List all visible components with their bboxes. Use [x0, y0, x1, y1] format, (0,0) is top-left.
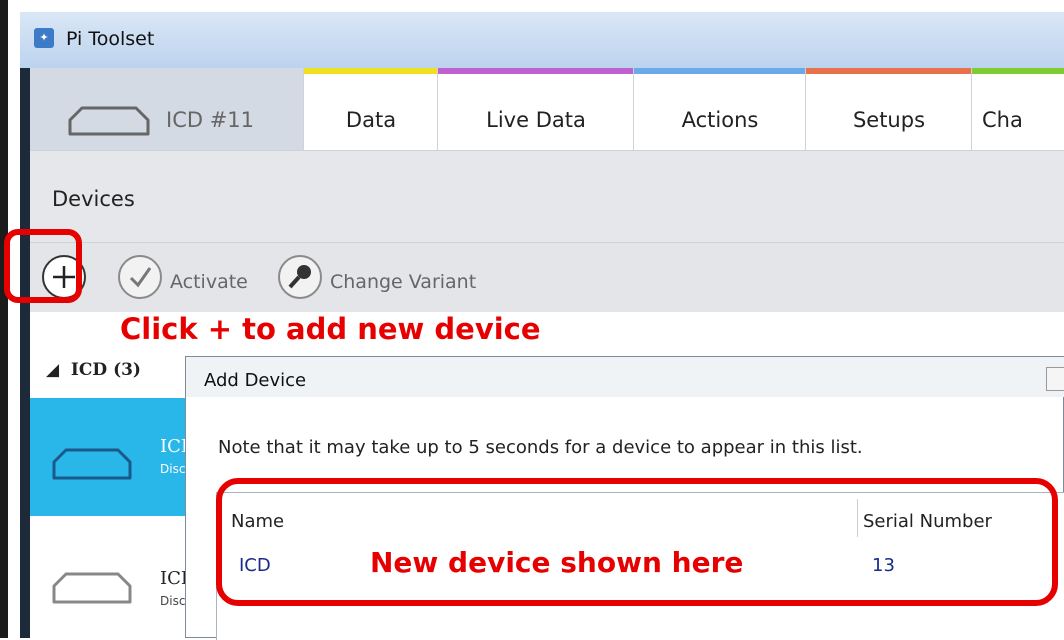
close-icon[interactable]: [1046, 367, 1064, 391]
tab-live-data[interactable]: Live Data: [437, 68, 634, 150]
device-icon: [52, 572, 132, 604]
highlight-add-button: [4, 229, 82, 303]
activate-label: Activate: [170, 271, 248, 293]
tab-color-bar: [634, 68, 806, 74]
change-variant-button[interactable]: Change Variant: [278, 251, 518, 301]
dialog-title: Add Device: [204, 370, 307, 391]
device-tab-label: ICD #11: [166, 108, 255, 132]
tab-color-bar: [806, 68, 972, 74]
highlight-device-list: [216, 478, 1058, 606]
app-icon: ✦: [34, 28, 54, 48]
window-title: Pi Toolset: [66, 28, 155, 50]
tab-setups[interactable]: Setups: [805, 68, 972, 150]
tab-label: Setups: [852, 108, 926, 132]
tab-color-bar: [972, 68, 1064, 74]
title-bar[interactable]: ✦ Pi Toolset: [20, 12, 1064, 68]
devices-title: Devices: [52, 187, 135, 211]
devices-toolbar: Activate Change Variant: [30, 242, 1064, 313]
device-icon: [52, 448, 132, 480]
dialog-note: Note that it may take up to 5 seconds fo…: [218, 437, 863, 458]
checkmark-icon: [118, 255, 162, 299]
tab-data[interactable]: Data: [303, 68, 438, 150]
desktop-edge: [0, 0, 8, 638]
tab-color-bar: [304, 68, 438, 74]
device-icon: [68, 106, 150, 136]
tab-label: Cha: [982, 108, 1023, 132]
device-tab[interactable]: ICD #11: [30, 68, 303, 150]
key-icon: [278, 255, 322, 299]
tab-label: Live Data: [486, 108, 586, 132]
change-variant-label: Change Variant: [330, 271, 477, 293]
devices-header: Devices: [30, 150, 1064, 243]
tab-actions[interactable]: Actions: [633, 68, 806, 150]
tab-charts[interactable]: Cha: [971, 68, 1064, 150]
check-glyph: [129, 267, 152, 288]
tab-label: Data: [345, 108, 397, 132]
tab-label: Actions: [681, 108, 759, 132]
group-label: ICD (3): [70, 360, 141, 380]
screenshot: ✦ Pi Toolset ICD #11 Data Live Data Acti…: [0, 0, 1064, 640]
tab-strip: ICD #11 Data Live Data Actions Setups Ch…: [30, 68, 1064, 150]
activate-button[interactable]: Activate: [118, 251, 268, 301]
tab-color-bar: [438, 68, 634, 74]
group-header[interactable]: ◢ ICD (3): [46, 360, 141, 380]
dialog-title-bar[interactable]: Add Device: [186, 357, 1064, 397]
device-row-status: Disc: [160, 462, 186, 476]
list-hint-callout: New device shown here: [370, 546, 744, 579]
device-row-status: Disc: [160, 594, 186, 608]
add-hint-callout: Click + to add new device: [120, 312, 541, 346]
key-glyph: [288, 265, 311, 289]
